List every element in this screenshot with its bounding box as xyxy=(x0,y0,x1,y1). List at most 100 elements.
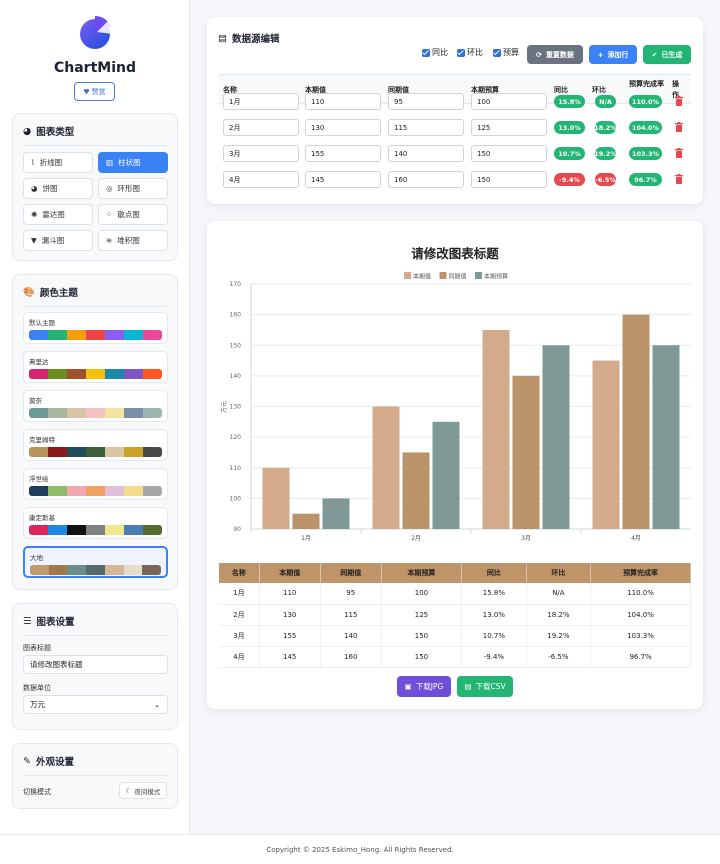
like-label: 赞赏 xyxy=(91,87,106,96)
editor-budget-input[interactable] xyxy=(471,93,547,110)
color-swatch xyxy=(143,525,162,535)
summary-cell: 10.7% xyxy=(461,625,527,647)
bar xyxy=(622,314,650,529)
chart-type-bar-chart[interactable]: ▥ 柱状图 xyxy=(98,152,168,173)
summary-header-cell: 环比 xyxy=(526,563,592,583)
color-swatch xyxy=(86,369,105,379)
editor-name-input[interactable] xyxy=(223,171,299,188)
chart-title-input[interactable]: 请修改图表标题 xyxy=(23,655,168,674)
chart-type-pie-chart[interactable]: ◕ 饼图 xyxy=(23,178,93,199)
editor-name-input[interactable] xyxy=(223,93,299,110)
scatter-chart-icon: ⁘ xyxy=(106,210,113,219)
summary-cell: 115 xyxy=(320,604,382,626)
summary-cell: -9.4% xyxy=(461,646,527,668)
summary-table: 名称 本期值 同期值 本期预算 同比 环比 预算完成率 1月 110 95 100 15.8% N/A… xyxy=(219,563,691,668)
bar xyxy=(292,513,320,529)
editor-cur-input[interactable] xyxy=(305,145,381,162)
bar-chart-icon: ▥ xyxy=(106,158,114,167)
trash-icon[interactable] xyxy=(675,122,683,132)
theme-option[interactable]: 弗里达 xyxy=(23,351,168,383)
color-swatch xyxy=(29,330,48,340)
theme-option[interactable]: 浮世绘 xyxy=(23,468,168,500)
generated-button[interactable]: ✔ 已生成 xyxy=(643,45,691,64)
x-tick-label: 2月 xyxy=(411,535,421,542)
theme-name: 默认主题 xyxy=(29,319,55,327)
editor-prev-input[interactable] xyxy=(388,145,464,162)
moon-icon: ☾ xyxy=(125,786,132,795)
bar xyxy=(592,360,620,529)
theme-swatches xyxy=(29,447,162,457)
table-row: 2月 130 115 125 13.0% 18.2% 104.0% xyxy=(219,604,691,626)
editor-rate-badge: 96.7% xyxy=(629,173,662,186)
color-swatch xyxy=(30,565,49,575)
trash-icon[interactable] xyxy=(675,174,683,184)
y-tick-label: 170 xyxy=(230,281,242,288)
editor-prev-input[interactable] xyxy=(388,119,464,136)
theme-option[interactable]: 莫奈 xyxy=(23,390,168,422)
color-swatch xyxy=(29,486,48,496)
footer: Copyright © 2025 Eskimo_Hong. All Rights… xyxy=(0,834,720,864)
app-logo xyxy=(75,12,115,52)
mom-checkbox[interactable]: 环比 xyxy=(457,47,483,58)
chart-type-stack-chart[interactable]: ≋ 堆积图 xyxy=(98,230,168,251)
color-swatch xyxy=(48,447,67,457)
refresh-icon: ⟳ xyxy=(536,50,542,59)
theme-name: 弗里达 xyxy=(29,358,49,366)
editor-name-input[interactable] xyxy=(223,119,299,136)
chart-type-scatter-chart[interactable]: ⁘ 散点图 xyxy=(98,204,168,225)
color-swatch xyxy=(124,447,143,457)
editor-name-input[interactable] xyxy=(223,145,299,162)
theme-option[interactable]: 大地 xyxy=(23,546,168,578)
budget-checkbox[interactable]: 预算 xyxy=(493,47,519,58)
chart-type-donut-chart[interactable]: ◎ 环形图 xyxy=(98,178,168,199)
color-swatch xyxy=(86,525,105,535)
chart-type-card: ◕ 图表类型 ⌇ 折线图 ▥ 柱状图 ◕ 饼图 ◎ 环形图 ✺ 雷达图 ⁘ 散点图 ▼ 漏斗图 ≋ 堆积图 xyxy=(12,113,178,261)
summary-cell: 140 xyxy=(320,625,382,647)
table-row: 1月 110 95 100 15.8% N/A 110.0% xyxy=(219,583,691,605)
trash-icon[interactable] xyxy=(675,148,683,158)
legend-swatch xyxy=(475,272,482,279)
summary-header-cell: 同期值 xyxy=(320,563,382,583)
editor-cur-input[interactable] xyxy=(305,93,381,110)
bar xyxy=(432,421,460,529)
editor-budget-input[interactable] xyxy=(471,171,547,188)
appearance-card: ✎ 外观设置 切换模式 ☾ 夜间模式 xyxy=(12,743,178,809)
editor-cur-input[interactable] xyxy=(305,171,381,188)
data-editor-title: ▤ 数据源编辑 xyxy=(218,32,280,46)
editor-budget-input[interactable] xyxy=(471,119,547,136)
data-unit-select[interactable]: 万元 ⌄ xyxy=(23,695,168,714)
yoy-checkbox[interactable]: 同比 xyxy=(422,47,448,58)
color-swatch xyxy=(86,447,105,457)
editor-prev-input[interactable] xyxy=(388,171,464,188)
summary-cell: 125 xyxy=(381,604,463,626)
editor-row: 10.7% 19.2% 103.3% xyxy=(219,141,691,167)
night-mode-button[interactable]: ☾ 夜间模式 xyxy=(119,782,167,799)
like-button[interactable]: ♥ 赞赏 xyxy=(74,82,115,101)
add-row-button[interactable]: + 添加行 xyxy=(589,45,637,64)
chart-type-radar-chart[interactable]: ✺ 雷达图 xyxy=(23,204,93,225)
summary-cell: 95 xyxy=(320,583,382,605)
heart-icon: ♥ xyxy=(83,87,90,96)
summary-header-cell: 预算完成率 xyxy=(590,563,691,583)
theme-swatches xyxy=(29,369,162,379)
theme-option[interactable]: 克里姆特 xyxy=(23,429,168,461)
summary-cell: 155 xyxy=(259,625,321,647)
summary-cell: 150 xyxy=(381,625,463,647)
chart-type-funnel-chart[interactable]: ▼ 漏斗图 xyxy=(23,230,93,251)
theme-option[interactable]: 默认主题 xyxy=(23,312,168,344)
chart-type-line-chart[interactable]: ⌇ 折线图 xyxy=(23,152,93,173)
editor-budget-input[interactable] xyxy=(471,145,547,162)
summary-header-cell: 本期预算 xyxy=(381,563,463,583)
editor-prev-input[interactable] xyxy=(388,93,464,110)
download-csv-button[interactable]: ▤ 下载CSV xyxy=(457,676,513,697)
trash-icon[interactable] xyxy=(675,96,683,106)
color-swatch xyxy=(48,486,67,496)
bar xyxy=(322,498,350,529)
theme-option[interactable]: 康定斯基 xyxy=(23,507,168,539)
reset-data-button[interactable]: ⟳ 重置数据 xyxy=(527,45,583,64)
editor-yoy-badge: -9.4% xyxy=(554,173,585,186)
bar xyxy=(482,329,510,529)
editor-cur-input[interactable] xyxy=(305,119,381,136)
download-jpg-button[interactable]: ▣ 下载JPG xyxy=(397,676,451,697)
bar xyxy=(372,406,400,529)
